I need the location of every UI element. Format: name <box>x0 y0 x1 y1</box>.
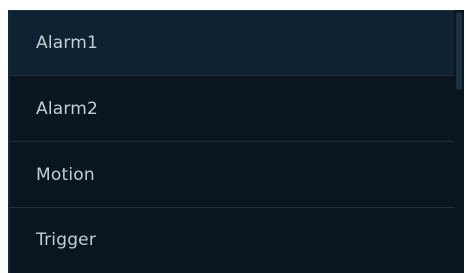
scrollbar[interactable] <box>454 10 464 273</box>
list-item-alarm2[interactable]: Alarm2 <box>10 76 456 142</box>
list-item-alarm1[interactable]: Alarm1 <box>10 10 456 76</box>
event-type-options: Alarm1 Alarm2 Motion Trigger <box>10 10 456 273</box>
list-item-label: Alarm2 <box>36 98 99 119</box>
list-item-label: Trigger <box>36 230 97 250</box>
event-type-dropdown-list: Alarm1 Alarm2 Motion Trigger <box>8 10 464 273</box>
list-item-label: Alarm1 <box>36 33 99 53</box>
list-item-label: Motion <box>36 164 95 185</box>
list-item-trigger[interactable]: Trigger <box>10 208 456 272</box>
scrollbar-thumb[interactable] <box>456 12 462 90</box>
list-item-motion[interactable]: Motion <box>10 142 456 208</box>
